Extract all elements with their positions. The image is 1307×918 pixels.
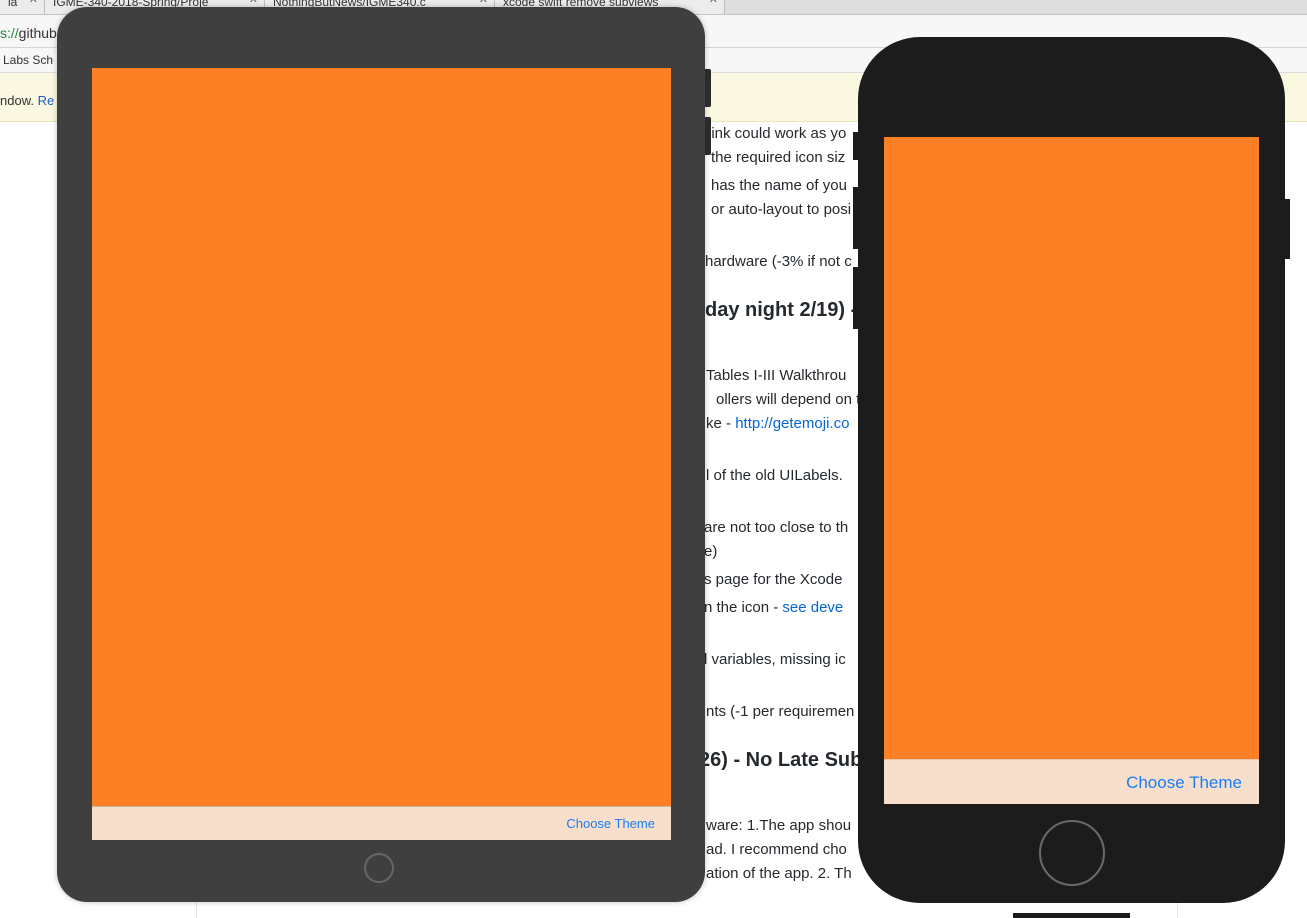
close-icon[interactable]: ✕ xyxy=(249,0,258,6)
page-text: ollers will depend on t xyxy=(716,391,861,408)
page-text: are not too close to th xyxy=(704,519,849,536)
power-button[interactable] xyxy=(1285,199,1290,259)
page-text: Tables I-III Walkthrou xyxy=(706,367,847,384)
volume-up-button[interactable] xyxy=(853,187,858,249)
home-button[interactable] xyxy=(1039,820,1105,886)
page-text: or auto-layout to posi xyxy=(711,201,852,218)
page-text: l variables, missing ic xyxy=(704,651,846,668)
close-icon[interactable]: ✕ xyxy=(709,0,718,6)
info-text: ndow. xyxy=(0,93,34,108)
ipad-toolbar: Choose Theme xyxy=(92,806,671,840)
page-text: has the name of you xyxy=(711,177,847,194)
iphone-screen: Choose Theme xyxy=(884,137,1259,804)
page-text: ware: 1.The app shou xyxy=(706,817,852,834)
section-heading: day night 2/19) - xyxy=(705,299,858,321)
page-text: nts (-1 per requiremen xyxy=(706,703,855,720)
page-text: s page for the Xcode xyxy=(704,571,843,588)
ipad-screen: Choose Theme xyxy=(92,68,671,840)
bookmark-item[interactable]: Labs Sch xyxy=(3,53,53,67)
volume-button[interactable] xyxy=(705,117,711,155)
choose-theme-button[interactable]: Choose Theme xyxy=(1126,773,1242,793)
page-text: ke - http://getemoji.co xyxy=(706,415,850,432)
emoji-link[interactable]: http://getemoji.co xyxy=(735,415,849,432)
choose-theme-button[interactable]: Choose Theme xyxy=(566,816,655,831)
volume-button[interactable] xyxy=(705,69,711,107)
page-text: n the icon - see deve xyxy=(704,599,844,616)
url-text[interactable]: s://github xyxy=(0,25,57,41)
iphone-simulator: Choose Theme xyxy=(853,37,1290,903)
developer-link[interactable]: see deve xyxy=(782,599,843,616)
close-icon[interactable]: ✕ xyxy=(29,0,38,6)
ipad-simulator: Choose Theme xyxy=(57,7,711,902)
volume-down-button[interactable] xyxy=(853,267,858,329)
page-text: e) xyxy=(704,543,718,560)
info-link[interactable]: Re xyxy=(38,93,55,108)
section-heading: 26) - No Late Subr xyxy=(699,749,871,771)
page-text: l of the old UILabels. xyxy=(706,467,843,484)
page-text: ation of the app. 2. Th xyxy=(706,865,852,882)
dock-edge xyxy=(1013,913,1130,918)
page-text: ad. I recommend cho xyxy=(706,841,847,858)
page-text: hardware (-3% if not c xyxy=(705,253,852,270)
iphone-toolbar: Choose Theme xyxy=(884,759,1259,804)
page-text: hink could work as yo xyxy=(703,125,847,142)
page-text: the required icon siz xyxy=(711,149,846,166)
tab-label: la xyxy=(8,0,18,9)
browser-tab[interactable]: la ✕ xyxy=(0,0,45,14)
close-icon[interactable]: ✕ xyxy=(479,0,488,6)
home-button[interactable] xyxy=(364,853,394,883)
mute-switch[interactable] xyxy=(853,132,858,160)
